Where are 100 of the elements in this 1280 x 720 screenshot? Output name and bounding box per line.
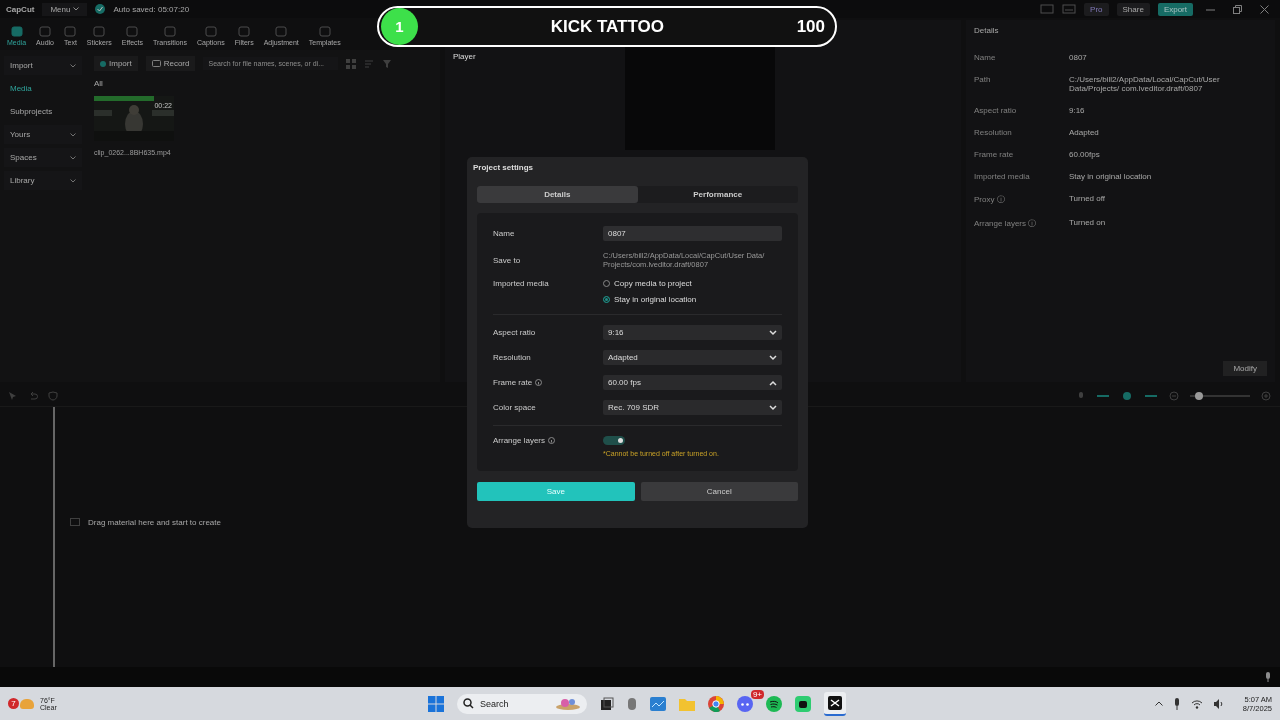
square-icon: [93, 26, 106, 37]
dialog-tab[interactable]: Performance: [637, 186, 798, 203]
close-icon[interactable]: [1260, 4, 1269, 14]
pro-button[interactable]: Pro: [1084, 2, 1109, 16]
menu-button[interactable]: Menu: [42, 2, 88, 16]
modify-button[interactable]: Modify: [1223, 361, 1267, 376]
sidebar-item[interactable]: Media: [4, 79, 82, 98]
mouse-icon[interactable]: [627, 696, 637, 711]
zoom-out-icon[interactable]: [1168, 391, 1180, 401]
field-label: Name: [493, 229, 516, 238]
rank-badge: 1: [381, 8, 418, 45]
detail-label: Imported media: [974, 172, 1031, 181]
square-icon: [39, 26, 52, 37]
sidebar-item[interactable]: Library: [4, 171, 82, 190]
square-icon: [164, 26, 176, 37]
square-icon: [126, 26, 139, 37]
camera-icon: [151, 60, 161, 67]
dropdown[interactable]: 60.00 fps: [603, 375, 782, 390]
microphone-icon[interactable]: [1264, 672, 1272, 682]
detail-label: Name: [974, 53, 997, 62]
square-icon: [238, 26, 251, 37]
slider-thumb[interactable]: [1195, 392, 1203, 400]
chevron-icon: [769, 329, 777, 336]
tray-chevron-icon[interactable]: [1154, 701, 1163, 706]
notification-badge: 7: [8, 698, 19, 709]
layout-icon[interactable]: [1040, 4, 1055, 14]
field-label: Frame rate: [493, 378, 533, 387]
chevron-icon: [73, 7, 80, 11]
undo-icon[interactable]: [28, 391, 38, 401]
windows-logo-icon[interactable]: [428, 695, 444, 712]
field-label: Color space: [493, 403, 536, 412]
grid-icon[interactable]: [346, 58, 357, 69]
restore-icon[interactable]: [1233, 4, 1242, 14]
sidebar-item[interactable]: Subprojects: [4, 102, 82, 121]
speaker-icon[interactable]: [1212, 698, 1225, 709]
shield-icon[interactable]: [48, 391, 58, 401]
export-button[interactable]: Export: [1157, 2, 1193, 16]
wifi-icon[interactable]: [1190, 698, 1203, 709]
sidebar-item[interactable]: Spaces: [4, 148, 82, 167]
layout-icon[interactable]: [1062, 4, 1077, 14]
help-icon[interactable]: [548, 437, 556, 444]
filter-icon[interactable]: [382, 58, 393, 69]
panel-title: Player: [453, 52, 477, 61]
toggle-switch[interactable]: [603, 436, 625, 445]
chevron-icon: [769, 354, 777, 361]
search-icon: [463, 698, 474, 709]
check-icon: [95, 4, 106, 14]
import-button[interactable]: Import: [94, 56, 138, 71]
dropdown[interactable]: Adapted: [603, 350, 782, 365]
autosave-status: Auto saved: 05:07:20: [113, 4, 190, 14]
field-label: Aspect ratio: [493, 328, 536, 337]
square-icon: [64, 26, 77, 37]
dropdown[interactable]: Rec. 709 SDR: [603, 400, 782, 415]
chevron-icon: [769, 404, 777, 411]
detail-value: 9:16: [1069, 106, 1086, 115]
banner-score: 100: [796, 16, 825, 37]
detail-value: 0807: [1069, 53, 1088, 62]
sidebar-item[interactable]: Yours: [4, 125, 82, 144]
detail-label: Path: [974, 75, 992, 86]
record-button[interactable]: Record: [145, 56, 196, 71]
name-field[interactable]: 0807: [603, 226, 782, 241]
zoom-in-icon[interactable]: [1260, 391, 1272, 401]
detail-label: Aspect ratio: [974, 106, 1018, 115]
browser-icon[interactable]: [708, 695, 724, 712]
filter-label: All: [94, 79, 104, 88]
task-view-icon[interactable]: [600, 696, 614, 711]
detail-value: C:/Users/bill2/AppData/Local/CapCut/User Data/Projects/ com.lveditor.draft/0807: [1069, 75, 1221, 93]
dropdown[interactable]: 9:16: [603, 325, 782, 340]
detail-label: Resolution: [974, 128, 1013, 137]
square-icon: [10, 26, 23, 37]
microphone-icon[interactable]: [1172, 697, 1181, 710]
detail-value: Turned on: [1069, 218, 1107, 229]
panel-title: Details: [974, 26, 1000, 35]
sidebar-item[interactable]: Import: [4, 56, 82, 75]
detail-label: Arrange layers ⓘ: [974, 218, 1038, 229]
square-icon: [318, 26, 331, 37]
dialog-tab[interactable]: Details: [477, 186, 638, 203]
music-app-icon[interactable]: [766, 695, 782, 712]
app-logo: CapCut: [6, 4, 35, 14]
detail-value: Adapted: [1069, 128, 1100, 137]
radio-option[interactable]: Stay in original location: [603, 295, 697, 304]
pointer-icon[interactable]: [8, 391, 18, 401]
banner-title: KICK TATTOO: [549, 16, 665, 37]
chat-app-icon[interactable]: [737, 695, 753, 712]
app-icon[interactable]: [795, 695, 811, 712]
detail-value: 60.00fps: [1069, 150, 1101, 159]
field-label: Imported media: [493, 279, 550, 288]
timeline-hint: Drag material here and start to create: [88, 517, 221, 527]
taskbar-app[interactable]: [824, 691, 846, 716]
detail-value: Stay in original location: [1069, 172, 1153, 181]
detail-value: Turned off: [1069, 194, 1107, 205]
notification-badge: 9+: [750, 689, 764, 699]
cancel-button[interactable]: Cancel: [640, 482, 798, 501]
help-icon[interactable]: [535, 379, 543, 386]
taskbar-search[interactable]: Search: [457, 693, 587, 714]
radio-option[interactable]: Copy media to project: [603, 279, 697, 288]
share-button[interactable]: Share: [1116, 2, 1150, 16]
field-label: Save to: [493, 255, 522, 265]
chevron-icon: [769, 379, 777, 386]
dialog-title: Project settings: [473, 163, 534, 172]
